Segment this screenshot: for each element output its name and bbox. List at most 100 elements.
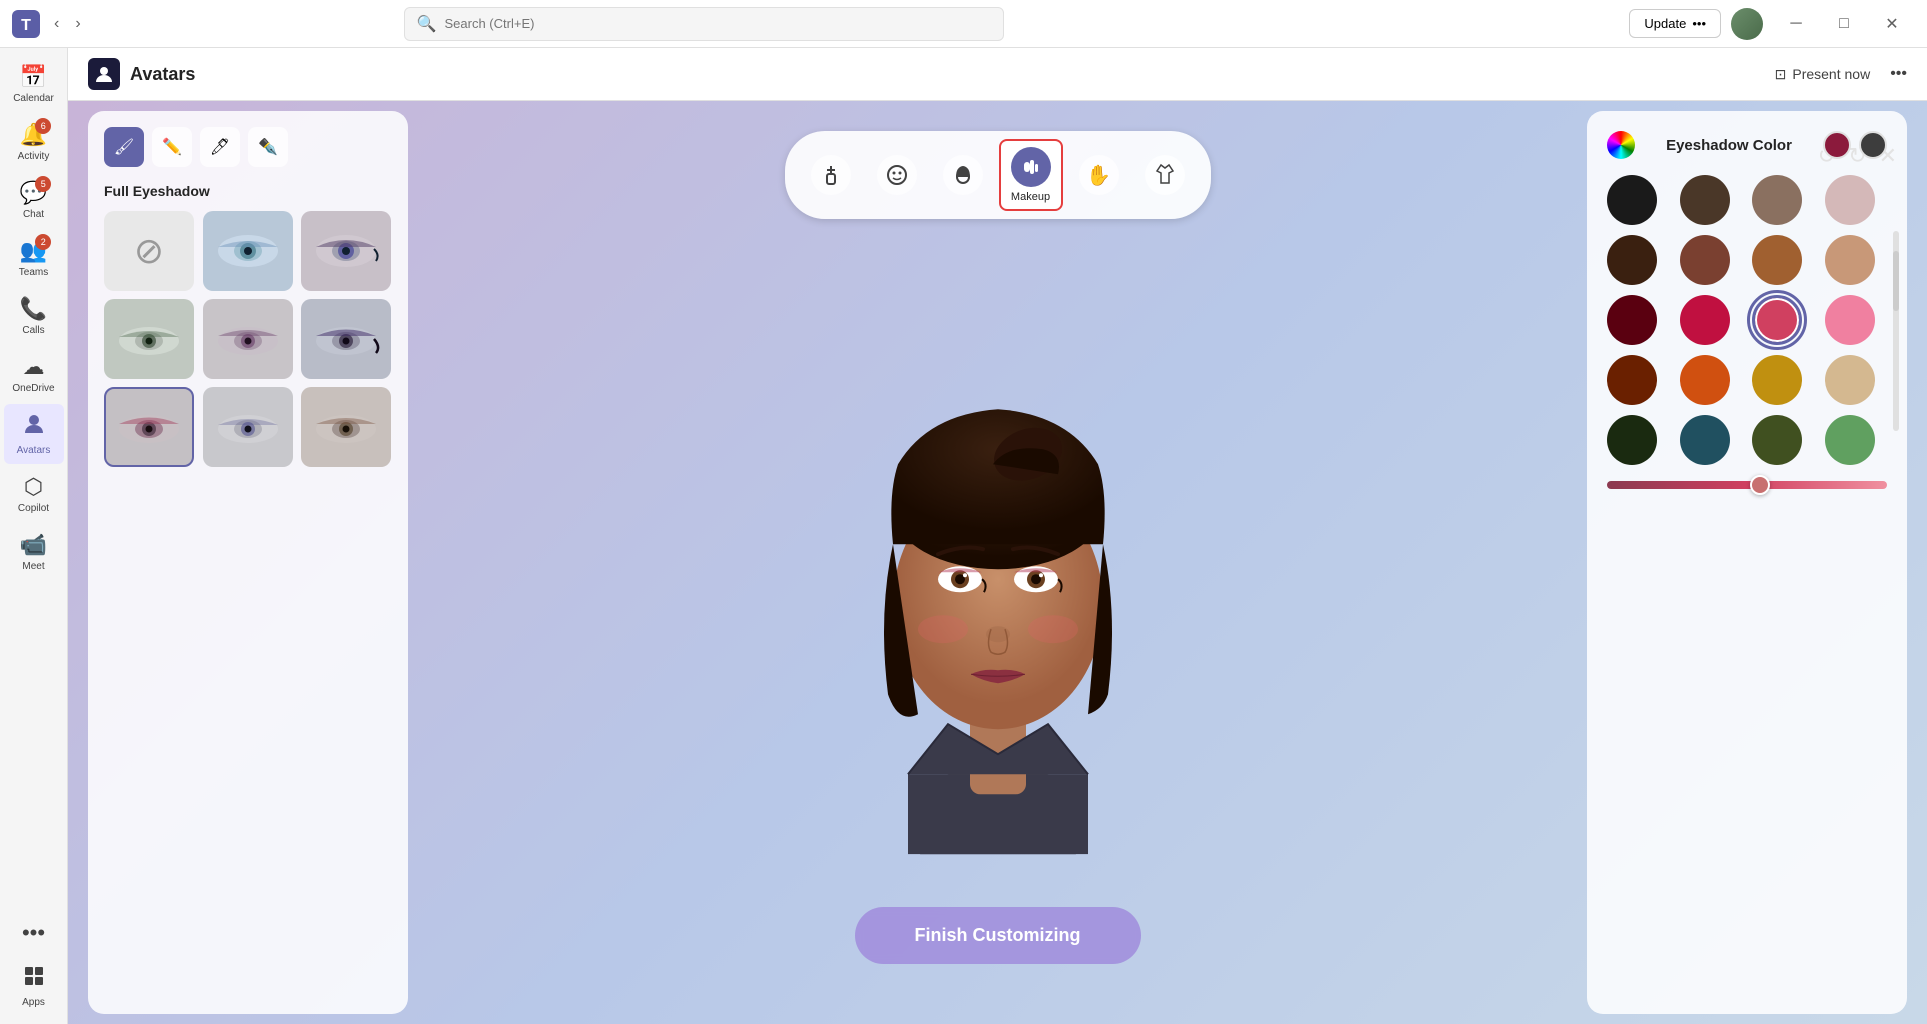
present-icon: ⊡ (1775, 66, 1787, 83)
color-swatch-crimson[interactable] (1680, 295, 1730, 345)
color-swatch-teal[interactable] (1680, 415, 1730, 465)
meet-icon: 📹 (20, 532, 47, 558)
color-swatch-redbrown[interactable] (1680, 235, 1730, 285)
search-input[interactable] (445, 16, 991, 31)
update-button[interactable]: Update ••• (1629, 9, 1721, 38)
avatar-preview (808, 334, 1188, 854)
finish-customizing-button[interactable]: Finish Customizing (855, 907, 1141, 964)
teams-badge: 2 (35, 234, 51, 250)
sidebar-item-avatars[interactable]: Avatars (4, 404, 64, 464)
color-swatch-rust[interactable] (1607, 355, 1657, 405)
eyeshadow-option-1[interactable] (203, 211, 293, 291)
color-swatch-lightrose[interactable] (1825, 295, 1875, 345)
minimize-button[interactable]: ─ (1773, 8, 1819, 40)
avatar-editor: Makeup ✋ ↺ ↻ ✕ (68, 101, 1927, 1024)
color-swatch-green[interactable] (1825, 415, 1875, 465)
eyeshadow-option-5[interactable] (301, 299, 391, 379)
calls-icon: 📞 (20, 296, 47, 322)
app-icon-box (88, 58, 120, 90)
eyeshadow-grid: ⊘ (104, 211, 392, 467)
sidebar-item-apps[interactable]: Apps (4, 956, 64, 1016)
header-more-dots[interactable]: ••• (1890, 65, 1907, 83)
sidebar-item-teams[interactable]: 👥 2 Teams (4, 230, 64, 286)
panel-tab-1[interactable]: 🖌 (104, 127, 144, 167)
color-swatch-peach[interactable] (1825, 235, 1875, 285)
panel-tabs: 🖌 ✏️ 🖊 ✒️ (104, 127, 392, 167)
toolbar-clothing[interactable] (1135, 149, 1195, 201)
more-icon: ••• (22, 920, 45, 946)
scrollbar-track (1893, 231, 1899, 431)
eyeshadow-option-8[interactable] (301, 387, 391, 467)
selected-color-1[interactable] (1823, 131, 1851, 159)
teams-logo: T (12, 10, 40, 38)
color-swatch-orange[interactable] (1680, 355, 1730, 405)
color-swatch-sand[interactable] (1825, 355, 1875, 405)
apps-icon (22, 964, 46, 994)
activity-badge: 6 (35, 118, 51, 134)
search-bar-container: 🔍 (404, 7, 1004, 41)
color-swatch-lightpink[interactable] (1825, 175, 1875, 225)
sidebar-item-onedrive[interactable]: ☁ OneDrive (4, 346, 64, 402)
color-swatch-darkgreen[interactable] (1607, 415, 1657, 465)
maximize-button[interactable]: □ (1821, 8, 1867, 40)
color-panel-title: Eyeshadow Color (1666, 137, 1792, 154)
sidebar-item-chat[interactable]: 💬 5 Chat (4, 172, 64, 228)
color-swatch-gold[interactable] (1752, 355, 1802, 405)
chat-badge: 5 (35, 176, 51, 192)
toolbar-makeup[interactable]: Makeup (999, 139, 1063, 211)
sidebar-item-calls[interactable]: 📞 Calls (4, 288, 64, 344)
color-intensity-slider[interactable] (1607, 481, 1887, 489)
sidebar-item-copilot[interactable]: ⬡ Copilot (4, 466, 64, 522)
toolbar-face[interactable] (867, 149, 927, 201)
app-header: Avatars ⊡ Present now ••• (68, 48, 1927, 101)
sidebar-item-more[interactable]: ••• (4, 912, 64, 954)
color-swatch-darkred[interactable] (1607, 295, 1657, 345)
sidebar-label-avatars: Avatars (17, 445, 51, 456)
eye-preview-4 (208, 309, 288, 369)
sidebar-item-calendar[interactable]: 📅 Calendar (4, 56, 64, 112)
svg-text:T: T (21, 17, 31, 34)
color-swatch-darkbrown[interactable] (1680, 175, 1730, 225)
teams-icon: 👥 2 (20, 238, 47, 264)
color-swatch-olive[interactable] (1752, 415, 1802, 465)
toolbar-hair[interactable] (933, 149, 993, 201)
sidebar-label-meet: Meet (22, 561, 44, 572)
panel-tab-4[interactable]: ✒️ (248, 127, 288, 167)
onedrive-icon: ☁ (23, 354, 45, 380)
avatars-icon (22, 412, 46, 442)
color-swatch-darkbrown2[interactable] (1607, 235, 1657, 285)
present-now-button[interactable]: ⊡ Present now (1767, 62, 1879, 87)
close-button[interactable]: ✕ (1869, 8, 1915, 40)
back-button[interactable]: ‹ (48, 11, 65, 37)
eyeshadow-option-2[interactable] (301, 211, 391, 291)
color-swatch-brown[interactable] (1752, 175, 1802, 225)
present-label: Present now (1792, 66, 1870, 82)
chat-icon: 💬 5 (20, 180, 47, 206)
eyeshadow-option-4[interactable] (203, 299, 293, 379)
color-swatch-rose[interactable] (1752, 295, 1802, 345)
right-panel: Eyeshadow Color (1587, 111, 1907, 1014)
scrollbar-thumb[interactable] (1893, 251, 1899, 311)
selected-color-2[interactable] (1859, 131, 1887, 159)
toolbar-body[interactable] (801, 149, 861, 201)
sidebar-item-meet[interactable]: 📹 Meet (4, 524, 64, 580)
toolbar-expression[interactable]: ✋ (1069, 149, 1129, 201)
sidebar-label-onedrive: OneDrive (12, 383, 54, 394)
eye-preview-2 (306, 221, 386, 281)
panel-tab-3[interactable]: 🖊 (200, 127, 240, 167)
forward-button[interactable]: › (69, 11, 86, 37)
calendar-icon: 📅 (20, 64, 47, 90)
sidebar-item-activity[interactable]: 🔔 6 Activity (4, 114, 64, 170)
eyeshadow-none[interactable]: ⊘ (104, 211, 194, 291)
eyeshadow-option-3[interactable] (104, 299, 194, 379)
eyeshadow-option-7[interactable] (203, 387, 293, 467)
user-avatar[interactable] (1731, 8, 1763, 40)
eye-preview-5 (306, 309, 386, 369)
color-swatch-tan[interactable] (1752, 235, 1802, 285)
editor-toolbar: Makeup ✋ (785, 131, 1211, 219)
eyeshadow-option-6[interactable] (104, 387, 194, 467)
color-swatch-black[interactable] (1607, 175, 1657, 225)
panel-tab-2[interactable]: ✏️ (152, 127, 192, 167)
sidebar-label-chat: Chat (23, 209, 44, 220)
sidebar-label-copilot: Copilot (18, 503, 49, 514)
